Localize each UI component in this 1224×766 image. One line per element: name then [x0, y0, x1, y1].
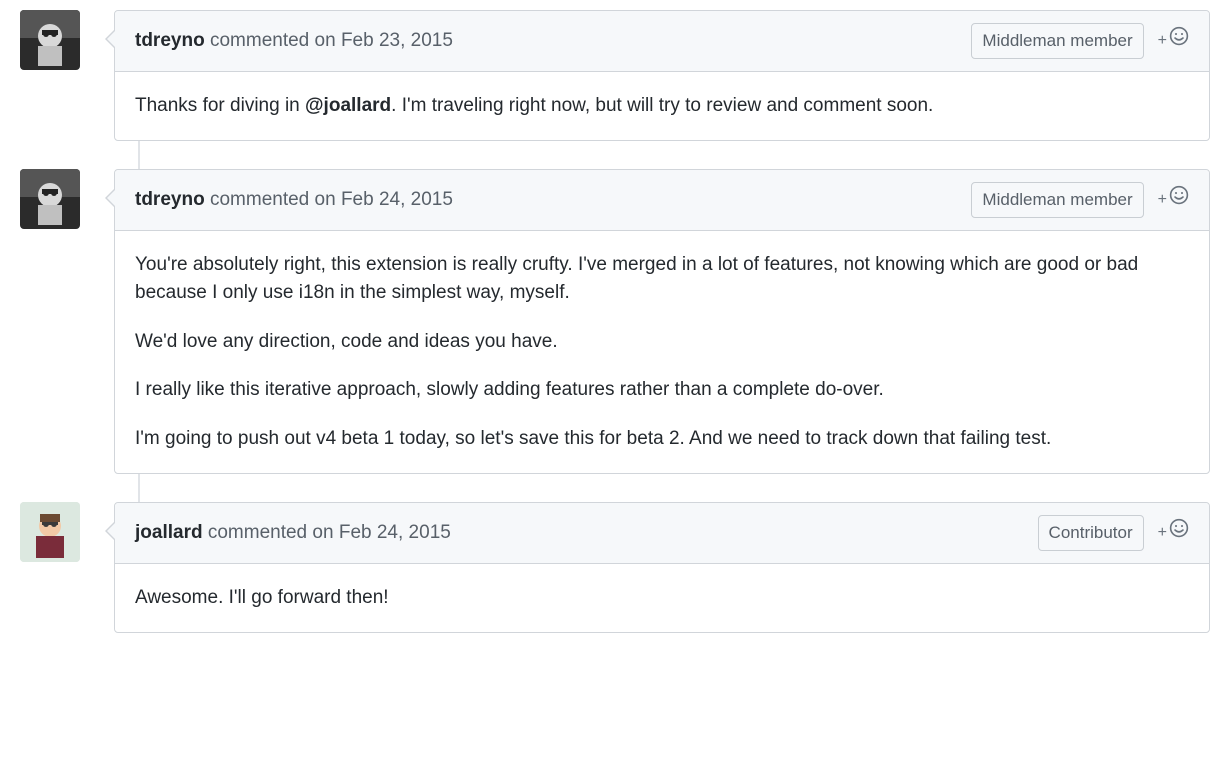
comment-meta: tdreyno commented on Feb 23, 2015: [135, 27, 971, 56]
comment-body: Awesome. I'll go forward then!: [115, 564, 1209, 633]
comment-verb: commented: [210, 30, 309, 51]
comment: tdreyno commented on Feb 23, 2015Middlem…: [114, 10, 1210, 141]
plus-icon: +: [1158, 188, 1167, 212]
comment-box: joallard commented on Feb 24, 2015Contri…: [114, 502, 1210, 633]
comment-header: tdreyno commented on Feb 24, 2015Middlem…: [115, 170, 1209, 231]
comment-paragraph: I really like this iterative approach, s…: [135, 376, 1189, 405]
comment-box: tdreyno commented on Feb 23, 2015Middlem…: [114, 10, 1210, 141]
avatar[interactable]: [20, 10, 80, 70]
text: . I'm traveling right now, but will try …: [391, 95, 933, 116]
comment-verb: commented: [210, 189, 309, 210]
avatar[interactable]: [20, 169, 80, 229]
comment-date-prefix: on: [315, 189, 336, 210]
role-badge: Contributor: [1038, 515, 1144, 551]
comment-paragraph: We'd love any direction, code and ideas …: [135, 328, 1189, 357]
comment-meta: joallard commented on Feb 24, 2015: [135, 519, 1038, 548]
smiley-icon: [1169, 518, 1189, 548]
comment-header: tdreyno commented on Feb 23, 2015Middlem…: [115, 11, 1209, 72]
user-mention-link[interactable]: @joallard: [305, 95, 391, 116]
comment-date-link[interactable]: Feb 24, 2015: [341, 189, 453, 210]
comment-meta: tdreyno commented on Feb 24, 2015: [135, 186, 971, 215]
comment-paragraph: Awesome. I'll go forward then!: [135, 584, 1189, 613]
add-reaction-button[interactable]: +: [1158, 518, 1189, 548]
comment-date-prefix: on: [312, 522, 333, 543]
comment: tdreyno commented on Feb 24, 2015Middlem…: [114, 169, 1210, 474]
add-reaction-button[interactable]: +: [1158, 185, 1189, 215]
comment-author-link[interactable]: tdreyno: [135, 189, 205, 210]
smiley-icon: [1169, 26, 1189, 56]
comment-date-link[interactable]: Feb 23, 2015: [341, 30, 453, 51]
comment-author-link[interactable]: joallard: [135, 522, 203, 543]
smiley-icon: [1169, 185, 1189, 215]
comment-paragraph: You're absolutely right, this extension …: [135, 251, 1189, 308]
comment-verb: commented: [208, 522, 307, 543]
plus-icon: +: [1158, 521, 1167, 545]
comment-paragraph: I'm going to push out v4 beta 1 today, s…: [135, 425, 1189, 454]
comment: joallard commented on Feb 24, 2015Contri…: [114, 502, 1210, 633]
comment-header: joallard commented on Feb 24, 2015Contri…: [115, 503, 1209, 564]
role-badge: Middleman member: [971, 23, 1143, 59]
role-badge: Middleman member: [971, 182, 1143, 218]
comment-date-link[interactable]: Feb 24, 2015: [339, 522, 451, 543]
comment-timeline: tdreyno commented on Feb 23, 2015Middlem…: [10, 10, 1210, 633]
comment-box: tdreyno commented on Feb 24, 2015Middlem…: [114, 169, 1210, 474]
comment-author-link[interactable]: tdreyno: [135, 30, 205, 51]
avatar[interactable]: [20, 502, 80, 562]
comment-paragraph: Thanks for diving in @joallard. I'm trav…: [135, 92, 1189, 121]
comment-date-prefix: on: [315, 30, 336, 51]
add-reaction-button[interactable]: +: [1158, 26, 1189, 56]
comment-body: You're absolutely right, this extension …: [115, 231, 1209, 474]
comment-body: Thanks for diving in @joallard. I'm trav…: [115, 72, 1209, 141]
plus-icon: +: [1158, 29, 1167, 53]
text: Thanks for diving in: [135, 95, 305, 116]
